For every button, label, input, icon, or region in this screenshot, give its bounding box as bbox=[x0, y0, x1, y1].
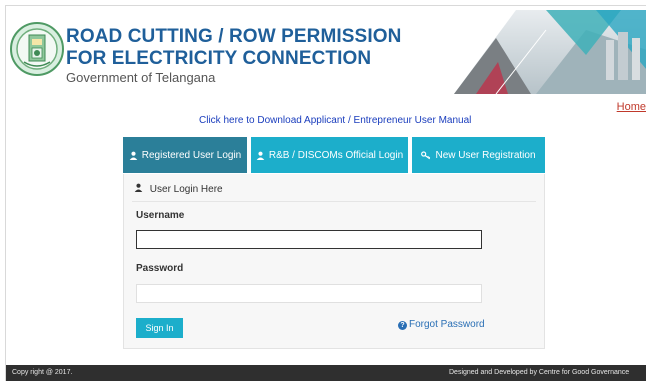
tab-label: Registered User Login bbox=[141, 149, 242, 161]
footer-copyright: Copy right @ 2017. bbox=[12, 369, 73, 376]
key-icon bbox=[421, 150, 431, 159]
password-label: Password bbox=[136, 263, 184, 274]
forgot-password-text: Forgot Password bbox=[409, 319, 485, 330]
password-input[interactable] bbox=[136, 284, 482, 303]
login-heading-text: User Login Here bbox=[149, 184, 223, 195]
telangana-emblem-icon bbox=[10, 22, 64, 76]
user-icon bbox=[134, 183, 143, 192]
tab-registered-user-login[interactable]: Registered User Login bbox=[123, 137, 247, 173]
forgot-password-link[interactable]: ? Forgot Password bbox=[398, 319, 485, 330]
site-title-line2: FOR ELECTRICITY CONNECTION bbox=[66, 48, 372, 69]
tab-label: New User Registration bbox=[435, 149, 536, 161]
footer-credit: Designed and Developed by Centre for Goo… bbox=[449, 369, 630, 376]
login-panel: User Login Here Username Password Sign I… bbox=[123, 174, 545, 349]
username-input[interactable] bbox=[136, 230, 482, 249]
site-footer: Copy right @ 2017. Designed and Develope… bbox=[6, 365, 646, 381]
login-heading: User Login Here bbox=[134, 183, 223, 195]
tab-official-login[interactable]: R&B / DISCOMs Official Login bbox=[251, 137, 408, 173]
header-banner-image bbox=[436, 10, 646, 94]
download-manual-link[interactable]: Click here to Download Applicant / Entre… bbox=[199, 115, 471, 126]
tab-label: R&B / DISCOMs Official Login bbox=[268, 149, 404, 161]
home-link[interactable]: Home bbox=[617, 101, 646, 113]
site-subtitle: Government of Telangana bbox=[66, 70, 216, 85]
user-icon bbox=[256, 151, 265, 160]
tab-new-user-registration[interactable]: New User Registration bbox=[412, 137, 545, 173]
sign-in-button[interactable]: Sign In bbox=[136, 318, 183, 338]
user-icon bbox=[129, 151, 138, 160]
username-label: Username bbox=[136, 210, 185, 221]
site-title-line1: ROAD CUTTING / ROW PERMISSION bbox=[66, 26, 402, 47]
divider bbox=[132, 201, 536, 202]
site-header: ROAD CUTTING / ROW PERMISSION FOR ELECTR… bbox=[6, 6, 646, 96]
page-frame: ROAD CUTTING / ROW PERMISSION FOR ELECTR… bbox=[5, 5, 646, 381]
question-circle-icon: ? bbox=[398, 321, 407, 330]
